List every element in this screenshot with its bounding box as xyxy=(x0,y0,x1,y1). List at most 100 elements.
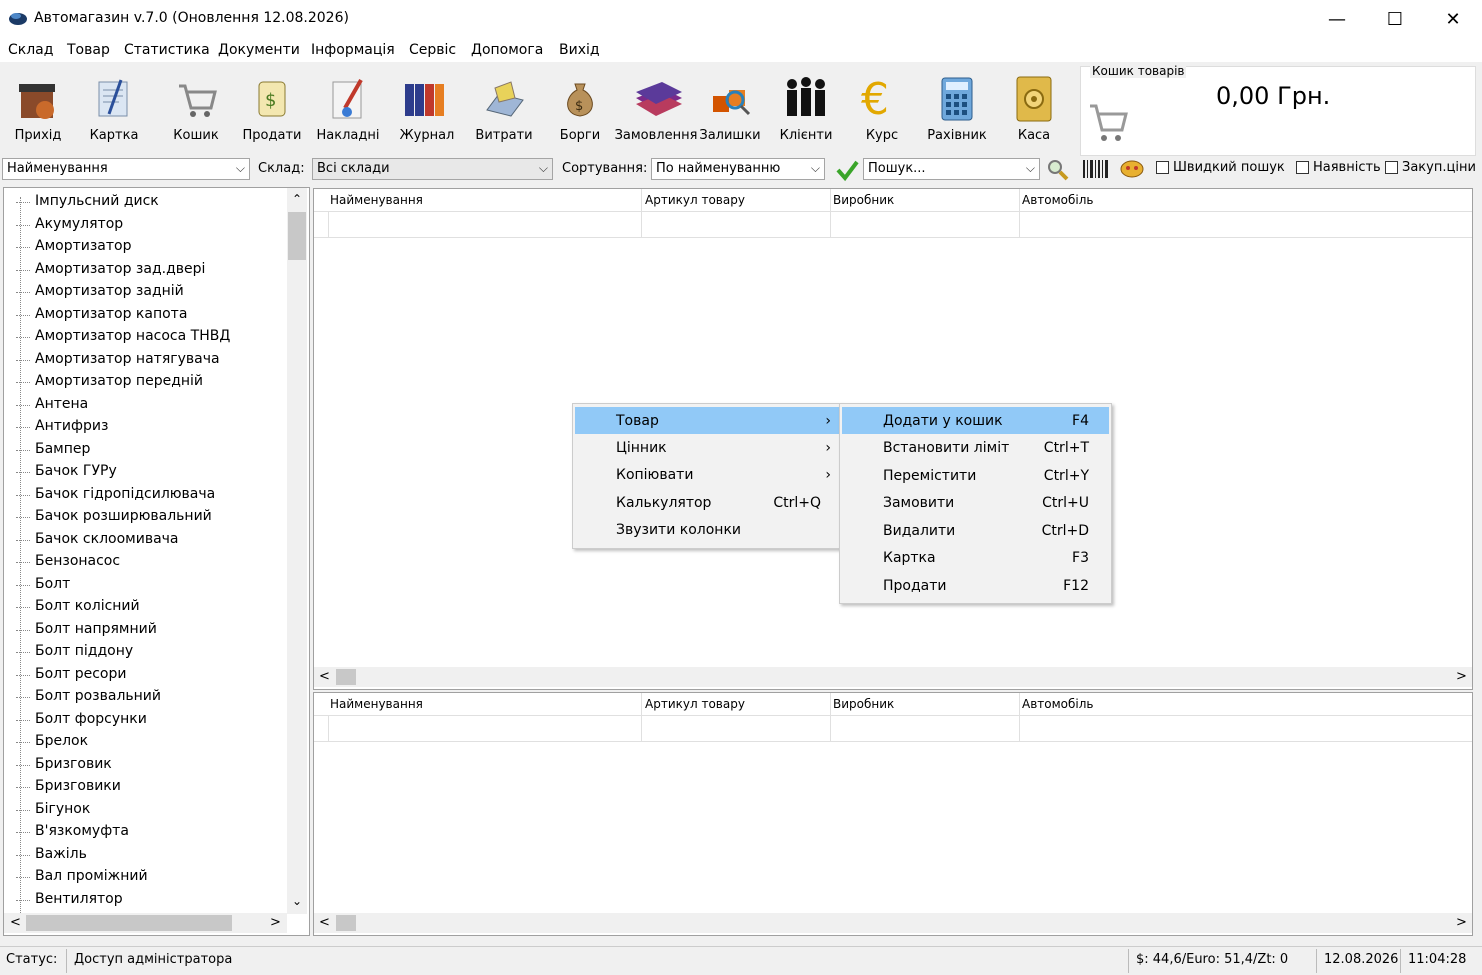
toolbar-cashbox-button[interactable]: Каса xyxy=(1008,62,1060,152)
tree-item[interactable]: Бігунок xyxy=(35,801,90,817)
toolbar-clients-button[interactable]: Клієнти xyxy=(778,62,834,152)
submenu-item-set-limit[interactable]: Встановити ліміт Ctrl+T xyxy=(842,434,1109,461)
submenu-item-sell[interactable]: Продати F12 xyxy=(842,572,1109,599)
grid-horizontal-scrollbar[interactable]: < > xyxy=(314,667,1472,687)
toolbar-kartka-button[interactable]: Картка xyxy=(84,62,144,152)
tree-item[interactable]: Бензонасос xyxy=(35,553,120,569)
tree-item[interactable]: Болт колісний xyxy=(35,598,140,614)
tree-item[interactable]: Болт піддону xyxy=(35,643,133,659)
toolbar-prykhid-button[interactable]: Прихід xyxy=(10,62,66,152)
tree-item[interactable]: Імпульсний диск xyxy=(35,193,159,209)
tree-item[interactable]: Амортизатор насоса ТНВД xyxy=(35,328,230,344)
tree-item[interactable]: В'язкомуфта xyxy=(35,823,129,839)
tree-item[interactable]: Важіль xyxy=(35,846,87,862)
scroll-left-icon[interactable]: < xyxy=(10,915,21,930)
submenu-item-card[interactable]: Картка F3 xyxy=(842,544,1109,571)
tree-item[interactable]: Антифриз xyxy=(35,418,108,434)
column-header-manufacturer[interactable]: Виробник xyxy=(833,697,894,711)
tree-item[interactable]: Брелок xyxy=(35,733,88,749)
column-header-article[interactable]: Артикул товару xyxy=(645,697,745,711)
toolbar-remains-button[interactable]: Залишки xyxy=(699,62,761,152)
sort-select[interactable]: По найменуванню ⌵ xyxy=(651,158,825,180)
tree-item[interactable]: Бачок розширювальний xyxy=(35,508,212,524)
warehouse-select[interactable]: Всі склади ⌵ xyxy=(312,158,553,180)
toolbar-calculator-button[interactable]: Рахівник xyxy=(924,62,990,152)
tree-item[interactable]: Амортизатор натягувача xyxy=(35,351,220,367)
column-header-manufacturer[interactable]: Виробник xyxy=(833,193,894,207)
menu-service[interactable]: Сервіс xyxy=(409,42,456,58)
tree-item[interactable]: Бачок ГУРу xyxy=(35,463,117,479)
context-menu-item-tovar[interactable]: Товар › xyxy=(575,407,839,434)
tree-item[interactable]: Амортизатор капота xyxy=(35,306,187,322)
scroll-right-icon[interactable]: > xyxy=(1456,669,1467,684)
tree-horizontal-scrollbar[interactable]: < > xyxy=(4,913,287,933)
column-header-car[interactable]: Автомобіль xyxy=(1022,193,1093,207)
tree-vertical-scrollbar[interactable]: ⌃ ⌄ xyxy=(287,188,307,914)
menu-documents[interactable]: Документи xyxy=(218,42,300,58)
context-menu-item-copy[interactable]: Копіювати › xyxy=(575,461,839,488)
tree-item[interactable]: Вал проміжний xyxy=(35,868,148,884)
menu-statistics[interactable]: Статистика xyxy=(124,42,210,58)
column-header-name[interactable]: Найменування xyxy=(330,697,423,711)
submenu-item-order[interactable]: Замовити Ctrl+U xyxy=(842,489,1109,516)
tree-item[interactable]: Болт ресори xyxy=(35,666,126,682)
menu-tovar[interactable]: Товар xyxy=(67,42,110,58)
tree-item[interactable]: Амортизатор задній xyxy=(35,283,184,299)
tree-item[interactable]: Антена xyxy=(35,396,88,412)
search-input[interactable]: Пошук... ⌵ xyxy=(863,158,1040,180)
submenu-item-add-to-cart[interactable]: Додати у кошик F4 xyxy=(842,407,1109,434)
toolbar-debts-button[interactable]: $ Борги xyxy=(556,62,604,152)
tree-scroll-thumb[interactable] xyxy=(288,212,306,260)
tree-item[interactable]: Вентилятор xyxy=(35,891,123,907)
menu-exit[interactable]: Вихід xyxy=(559,42,600,58)
tree-hscroll-thumb[interactable] xyxy=(26,915,232,931)
tree-item[interactable]: Болт напрямний xyxy=(35,621,157,637)
scroll-right-icon[interactable]: > xyxy=(270,915,281,930)
details-hscroll-thumb[interactable] xyxy=(336,915,356,931)
column-header-name[interactable]: Найменування xyxy=(330,193,423,207)
toolbar-journal-button[interactable]: Журнал xyxy=(396,62,458,152)
submenu-item-move[interactable]: Перемістити Ctrl+Y xyxy=(842,462,1109,489)
quick-search-checkbox[interactable] xyxy=(1156,161,1169,174)
tree-item[interactable]: Бризговики xyxy=(35,778,121,794)
scroll-left-icon[interactable]: < xyxy=(319,915,330,930)
tree-item[interactable]: Болт xyxy=(35,576,70,592)
menu-sklad[interactable]: Склад xyxy=(8,42,53,58)
scroll-right-icon[interactable]: > xyxy=(1456,915,1467,930)
maximize-button[interactable]: ☐ xyxy=(1366,0,1424,38)
scroll-down-icon[interactable]: ⌄ xyxy=(292,894,302,908)
toolbar-invoices-button[interactable]: Накладні xyxy=(316,62,380,152)
scroll-up-icon[interactable]: ⌃ xyxy=(292,192,302,206)
toolbar-rate-button[interactable]: € Курс xyxy=(856,62,908,152)
tree-item[interactable]: Бачок гідропідсилювача xyxy=(35,486,215,502)
barcode-icon[interactable] xyxy=(1082,158,1110,184)
column-header-article[interactable]: Артикул товару xyxy=(645,193,745,207)
toolbar-sell-button[interactable]: $ Продати xyxy=(242,62,302,152)
context-menu-item-calculator[interactable]: Калькулятор Ctrl+Q xyxy=(575,489,839,516)
minimize-button[interactable]: — xyxy=(1308,0,1366,38)
tree-item[interactable]: Амортизатор передній xyxy=(35,373,203,389)
tree-item[interactable]: Болт форсунки xyxy=(35,711,147,727)
scroll-left-icon[interactable]: < xyxy=(319,669,330,684)
cart-icon[interactable] xyxy=(1088,100,1128,152)
menu-info[interactable]: Інформація xyxy=(311,42,395,58)
apply-filter-check-icon[interactable] xyxy=(835,158,859,186)
search-field-select[interactable]: Найменування ⌵ xyxy=(2,158,250,180)
purchase-prices-checkbox[interactable] xyxy=(1385,161,1398,174)
tree-item[interactable]: Бампер xyxy=(35,441,90,457)
grid-hscroll-thumb[interactable] xyxy=(336,669,356,685)
column-header-car[interactable]: Автомобіль xyxy=(1022,697,1093,711)
details-horizontal-scrollbar[interactable]: < > xyxy=(314,913,1472,933)
toolbar-expenses-button[interactable]: Витрати xyxy=(474,62,534,152)
toolbar-koshyk-button[interactable]: Кошик xyxy=(170,62,222,152)
search-icon[interactable] xyxy=(1046,158,1070,186)
mask-icon[interactable] xyxy=(1118,157,1146,187)
close-button[interactable]: ✕ xyxy=(1424,0,1482,38)
tree-item[interactable]: Амортизатор xyxy=(35,238,131,254)
availability-checkbox[interactable] xyxy=(1296,161,1309,174)
submenu-item-delete[interactable]: Видалити Ctrl+D xyxy=(842,517,1109,544)
tree-item[interactable]: Бризговик xyxy=(35,756,112,772)
context-menu-item-tsinnyk[interactable]: Цінник › xyxy=(575,434,839,461)
tree-item[interactable]: Бачок склоомивача xyxy=(35,531,179,547)
details-grid[interactable] xyxy=(313,692,1473,936)
